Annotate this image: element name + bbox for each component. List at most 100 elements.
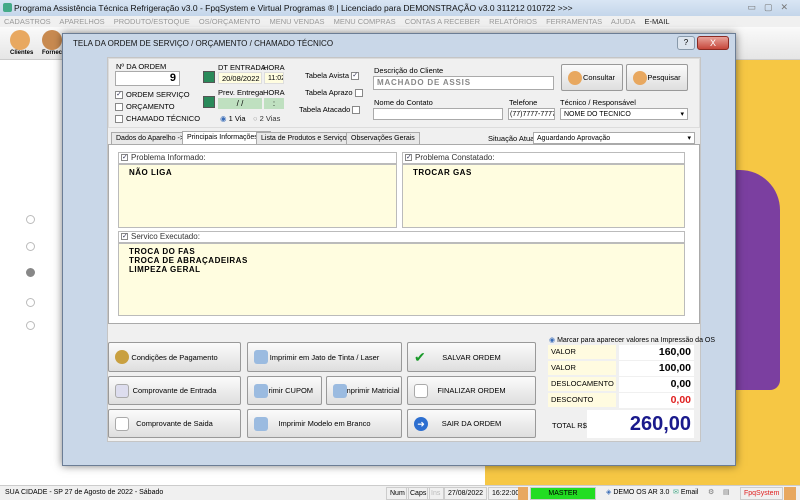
problema-constatado-field[interactable]: TROCAR GAS	[402, 164, 685, 228]
slide-dot-active[interactable]	[26, 268, 35, 277]
type-orcamento[interactable]: ORÇAMENTO	[115, 102, 175, 112]
user-icon	[518, 487, 528, 500]
marcar-valores-radio[interactable]: ◉ Marcar para aparecer valores na Impres…	[549, 336, 715, 344]
order-number-field[interactable]: 9	[115, 71, 180, 86]
slide-dot[interactable]	[26, 321, 35, 330]
slide-dot[interactable]	[26, 242, 35, 251]
email-button[interactable]: ✉ Email	[670, 487, 701, 500]
help-button[interactable]: ?	[677, 36, 695, 50]
calendar-icon[interactable]	[203, 71, 215, 83]
status-db: ◈ DEMO OS AR 3.0	[606, 489, 670, 496]
imprimir-matricial-button[interactable]: Imprimir Matricial	[326, 376, 402, 405]
clientes-label[interactable]: Clientes	[10, 50, 33, 56]
prev-entrega-field[interactable]: / /	[218, 98, 262, 109]
telefone-field[interactable]: (77)7777-7777	[508, 108, 555, 120]
users-icon	[633, 70, 647, 85]
checkbox[interactable]: ✓	[115, 91, 123, 100]
servico-executado-field[interactable]: TROCA DO FAS TROCA DE ABRAÇADEIRAS LIMPE…	[118, 243, 685, 316]
slide-dot[interactable]	[26, 298, 35, 307]
app-icon	[3, 3, 12, 12]
menu-email[interactable]: E-MAIL	[645, 17, 670, 26]
chevron-down-icon: ▾	[687, 135, 691, 142]
document-check-icon	[414, 383, 428, 398]
document-icon	[115, 416, 129, 431]
hora2-field[interactable]: :	[264, 98, 284, 109]
tab-dados-aparelho[interactable]: Dados do Aparelho ->	[111, 132, 189, 144]
status-date: 27/08/2022	[444, 487, 488, 500]
status-ins: Ins	[427, 487, 445, 500]
pesquisar-button[interactable]: Pesquisar	[626, 64, 688, 91]
menu-os-orcamento[interactable]: OS/ORÇAMENTO	[199, 17, 261, 26]
hora-field[interactable]: 11:02	[264, 72, 284, 84]
monitor-icon[interactable]: ▤	[720, 487, 730, 500]
calendar-icon[interactable]	[203, 96, 215, 108]
desconto-value[interactable]: 0,00	[619, 393, 694, 408]
type-chamado-tecnico[interactable]: CHAMADO TÉCNICO	[115, 114, 200, 124]
checkbox[interactable]	[115, 115, 123, 124]
printer-icon	[333, 383, 347, 398]
tabela-avista[interactable]: Tabela Avista ✓	[305, 71, 362, 81]
checkbox[interactable]	[354, 89, 363, 98]
dialog-panel: Nº DA ORDEM 9 ✓ ORDEM SERVIÇO ORÇAMENTO C…	[107, 57, 715, 442]
menu-ferramentas[interactable]: FERRAMENTAS	[546, 17, 602, 26]
clientes-icon[interactable]	[10, 30, 30, 50]
menu-produto-estoque[interactable]: PRODUTO/ESTOQUE	[114, 17, 190, 26]
telefone-label: Telefone	[509, 98, 538, 107]
dt-entrada-field[interactable]: 20/08/2022	[218, 72, 262, 84]
cliente-field[interactable]: MACHADO DE ASSIS	[373, 76, 554, 90]
comprovante-entrada-button[interactable]: Comprovante de Entrada	[108, 376, 241, 405]
settings-icon[interactable]: ⚙	[705, 487, 715, 500]
status-brand: FpqSystem	[740, 487, 784, 500]
type-ordem-servico[interactable]: ✓ ORDEM SERVIÇO	[115, 90, 190, 100]
problema-informado-field[interactable]: NÃO LIGA	[118, 164, 397, 228]
user-icon	[784, 487, 796, 500]
dt-entrada-label: DT ENTRADA	[218, 63, 266, 72]
valor-produtos-label: VALOR PRODUTOS	[548, 345, 616, 370]
sair-ordem-button[interactable]: ➜ SAIR DA ORDEM	[407, 409, 536, 438]
consultar-button[interactable]: Consultar	[561, 64, 623, 91]
valor-produtos-value: 160,00	[619, 345, 694, 360]
menu-contas-receber[interactable]: CONTAS A RECEBER	[405, 17, 480, 26]
tab-observacoes[interactable]: Observações Gerais	[346, 132, 420, 144]
slide-dot[interactable]	[26, 215, 35, 224]
menu-cadastros[interactable]: CADASTROS	[4, 17, 51, 26]
situacao-select[interactable]: Aguardando Aprovação ▾	[533, 132, 695, 144]
coins-icon	[115, 350, 129, 364]
checkbox[interactable]	[352, 106, 361, 115]
menu-ajuda[interactable]: AJUDA	[611, 17, 636, 26]
desconto-label: DESCONTO	[548, 393, 616, 407]
menu-aparelhos[interactable]: APARELHOS	[59, 17, 104, 26]
fornecedores-icon[interactable]	[42, 30, 62, 50]
tecnico-label: Técnico / Responsável	[560, 98, 636, 107]
situacao-label: Situação Atual:	[488, 134, 539, 143]
email-icon: ✉	[673, 489, 679, 496]
finalizar-ordem-button[interactable]: FINALIZAR ORDEM	[407, 376, 536, 405]
salvar-ordem-button[interactable]: ✔ SALVAR ORDEM	[407, 342, 536, 372]
status-user: MASTER	[530, 487, 596, 500]
tabela-atacado[interactable]: Tabela Atacado	[299, 105, 363, 115]
imprimir-jato-button[interactable]: Imprimir em Jato de Tinta / Laser	[247, 342, 402, 372]
imprimir-modelo-branco-button[interactable]: Imprimir Modelo em Branco	[247, 409, 402, 438]
deslocamento-value[interactable]: 0,00	[619, 377, 694, 392]
valor-servicos-label: VALOR SERVICOS	[548, 361, 616, 386]
comprovante-saida-button[interactable]: Comprovante de Saida	[108, 409, 241, 438]
hora2-label: HORA	[263, 88, 285, 97]
imprimir-cupom-button[interactable]: Imprimir CUPOM	[247, 376, 322, 405]
menu-compras[interactable]: MENU COMPRAS	[334, 17, 396, 26]
radio-2-vias[interactable]: ○ 2 Vias	[253, 114, 280, 123]
radio-1-via[interactable]: ◉ 1 Via	[220, 114, 246, 123]
menu-relatorios[interactable]: RELATÓRIOS	[489, 17, 537, 26]
menu-vendas[interactable]: MENU VENDAS	[269, 17, 324, 26]
printer-icon	[254, 350, 268, 364]
window-controls[interactable]: ▭▢✕	[747, 2, 796, 13]
checkbox[interactable]	[115, 103, 123, 112]
tecnico-select[interactable]: NOME DO TECNICO ▾	[560, 108, 688, 120]
prev-entrega-label: Prev. Entrega	[218, 88, 264, 97]
total-value: 260,00	[587, 410, 694, 438]
close-button[interactable]: X	[697, 36, 729, 50]
tabela-aprazo[interactable]: Tabela Aprazo	[305, 88, 366, 98]
problema-informado-header: ✓ Problema Informado:	[118, 152, 397, 164]
contato-field[interactable]	[373, 108, 503, 120]
condicoes-pagamento-button[interactable]: Condições de Pagamento	[108, 342, 241, 372]
checkbox[interactable]: ✓	[351, 72, 360, 81]
